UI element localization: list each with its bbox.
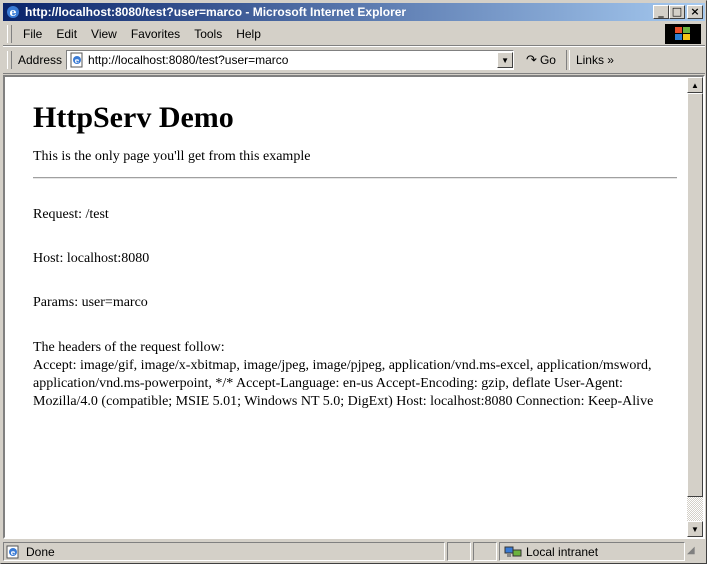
content-frame: HttpServ Demo This is the only page you'… [3,75,705,539]
page-done-icon: e [6,545,22,559]
resize-grip-icon[interactable]: ◢ [687,545,701,559]
page-icon: e [69,52,85,68]
divider [33,177,677,179]
address-grip[interactable] [7,51,12,69]
zone-text: Local intranet [526,544,599,559]
address-label: Address [18,53,63,67]
browser-window: e http://localhost:8080/test?user=marco … [0,0,707,564]
address-bar: Address e http://localhost:8080/test?use… [3,46,705,74]
zone-panel: Local intranet [499,542,685,561]
status-bar: e Done Local intranet ◢ [3,541,705,562]
links-button[interactable]: Links » [576,53,614,67]
headers-body: Accept: image/gif, image/x-xbitmap, imag… [33,358,654,409]
window-title: http://localhost:8080/test?user=marco - … [25,5,407,19]
status-panel-empty-2 [473,542,497,561]
menu-file[interactable]: File [16,27,49,41]
menu-view[interactable]: View [84,27,124,41]
toolbar-separator [565,50,570,70]
menu-bar: File Edit View Favorites Tools Help [3,23,705,46]
local-intranet-icon [504,545,522,559]
go-label: Go [539,53,556,67]
menu-tools[interactable]: Tools [187,27,229,41]
svg-text:e: e [75,56,80,65]
go-arrow-icon: ↷ [526,52,537,67]
scroll-down-button[interactable]: ▼ [687,521,703,537]
headers-title: The headers of the request follow: [33,340,225,355]
menu-help[interactable]: Help [229,27,268,41]
minimize-button[interactable]: _ [653,5,669,19]
status-panel-empty-1 [447,542,471,561]
windows-logo-icon [665,24,701,44]
status-text: Done [26,544,55,559]
address-dropdown-button[interactable]: ▼ [497,52,514,68]
menu-edit[interactable]: Edit [49,27,84,41]
ie-logo-icon: e [5,4,21,20]
toolbar-grip[interactable] [7,25,12,43]
menu-favorites[interactable]: Favorites [124,27,187,41]
page-content: HttpServ Demo This is the only page you'… [5,77,685,537]
svg-text:e: e [10,6,17,19]
page-heading: HttpServ Demo [33,101,234,134]
scroll-up-button[interactable]: ▲ [687,77,703,93]
vertical-scrollbar[interactable]: ▲ ▼ [687,77,703,537]
params-text: Params: user=marco [33,295,148,310]
intro-text: This is the only page you'll get from th… [33,149,311,164]
request-text: Request: /test [33,207,109,222]
maximize-button[interactable]: □ [669,5,685,19]
address-input[interactable]: e http://localhost:8080/test?user=marco … [66,50,515,70]
close-button[interactable]: × [687,5,703,19]
title-bar[interactable]: e http://localhost:8080/test?user=marco … [3,3,705,21]
svg-text:e: e [11,548,16,557]
address-url[interactable]: http://localhost:8080/test?user=marco [88,53,497,67]
scroll-thumb[interactable] [687,93,703,497]
go-button[interactable]: ↷ Go [526,52,556,68]
host-text: Host: localhost:8080 [33,251,150,266]
status-panel: e Done [3,542,445,561]
